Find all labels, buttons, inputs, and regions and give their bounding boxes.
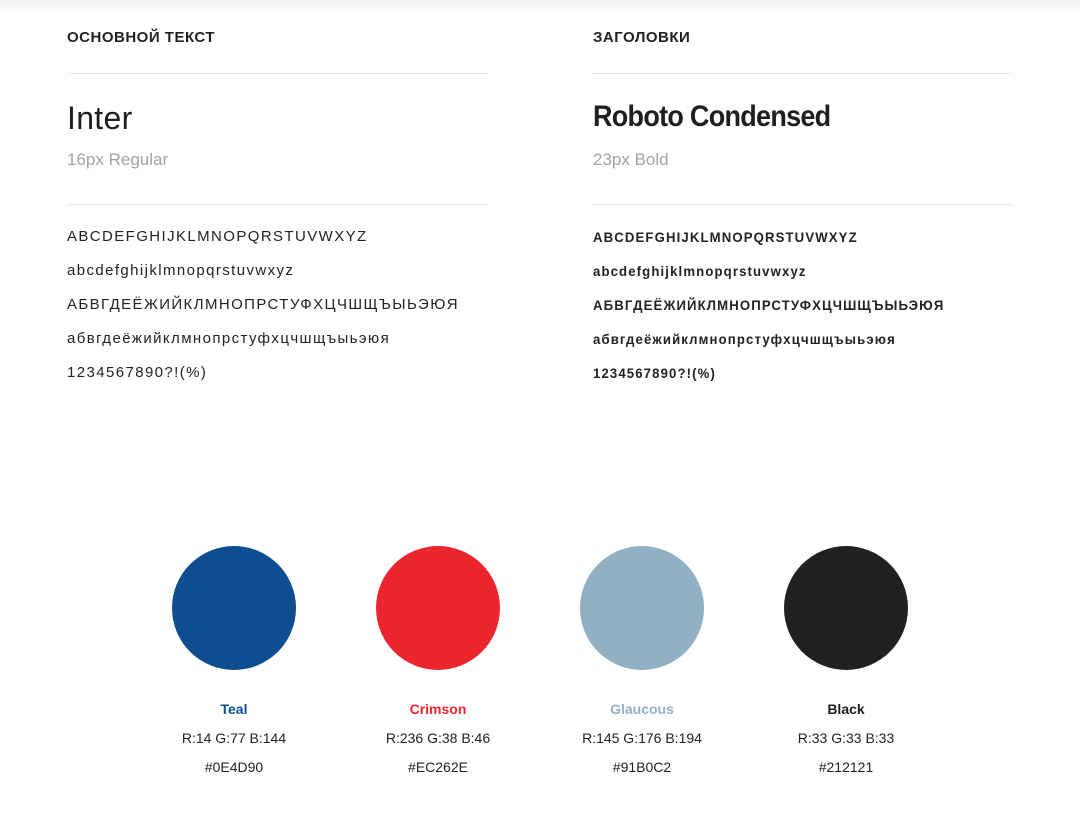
color-name: Crimson xyxy=(409,701,467,717)
glyph-line-latin-upper: ABCDEFGHIJKLMNOPQRSTUVWXYZ xyxy=(593,229,858,245)
heading-font-spec: 23px Bold xyxy=(593,150,669,169)
color-hex: #EC262E xyxy=(408,759,468,775)
color-palette: Teal R:14 G:77 B:144 #0E4D90 Crimson R:2… xyxy=(0,546,1080,806)
glyph-line-cyrillic-lower: абвгдеёжийклмнопрстуфхцчшщъыьэюя xyxy=(67,330,391,347)
glyph-line-latin-upper: ABCDEFGHIJKLMNOPQRSTUVWXYZ xyxy=(67,228,368,245)
body-font-name: Inter xyxy=(67,100,133,136)
color-circle xyxy=(376,546,500,670)
glyph-line-cyrillic-upper: АБВГДЕЁЖИЙКЛМНОПРСТУФХЦЧШЩЪЫЬЭЮЯ xyxy=(67,296,459,313)
glyph-line-latin-lower: abcdefghijklmnopqrstuvwxyz xyxy=(593,263,807,279)
color-rgb: R:14 G:77 B:144 xyxy=(181,730,287,746)
divider xyxy=(593,204,1013,205)
heading-font-name: Roboto Condensed xyxy=(593,100,831,133)
swatch-glaucous: Glaucous R:145 G:176 B:194 #91B0C2 xyxy=(542,546,742,776)
glyph-line-digits: 1234567890?!(%) xyxy=(67,364,208,381)
swatch-black: Black R:33 G:33 B:33 #212121 xyxy=(746,546,946,776)
color-circle xyxy=(580,546,704,670)
divider xyxy=(67,73,487,74)
body-glyph-specimen: ABCDEFGHIJKLMNOPQRSTUVWXYZ abcdefghijklm… xyxy=(67,228,459,398)
color-circle xyxy=(784,546,908,670)
swatch-teal: Teal R:14 G:77 B:144 #0E4D90 xyxy=(134,546,334,776)
divider xyxy=(67,204,487,205)
color-hex: #91B0C2 xyxy=(612,759,672,775)
body-font-spec: 16px Regular xyxy=(67,150,169,169)
color-rgb: R:145 G:176 B:194 xyxy=(582,730,702,746)
section-label-body-text: ОСНОВНОЙ ТЕКСТ xyxy=(67,29,216,46)
divider xyxy=(593,73,1013,74)
color-rgb: R:236 G:38 B:46 xyxy=(385,730,491,746)
color-name: Teal xyxy=(220,701,248,717)
glyph-line-latin-lower: abcdefghijklmnopqrstuvwxyz xyxy=(67,262,295,279)
swatch-crimson: Crimson R:236 G:38 B:46 #EC262E xyxy=(338,546,538,776)
color-name: Glaucous xyxy=(610,701,674,717)
color-hex: #212121 xyxy=(818,759,874,775)
color-name: Black xyxy=(827,701,865,717)
section-label-headings: ЗАГОЛОВКИ xyxy=(593,29,691,46)
glyph-line-cyrillic-upper: АБВГДЕЁЖИЙКЛМНОПРСТУФХЦЧШЩЪЫЬЭЮЯ xyxy=(593,297,945,313)
glyph-line-digits: 1234567890?!(%) xyxy=(593,365,717,381)
color-circle xyxy=(172,546,296,670)
color-hex: #0E4D90 xyxy=(204,759,264,775)
glyph-line-cyrillic-lower: абвгдеёжийклмнопрстуфхцчшщъыьэюя xyxy=(593,331,896,347)
heading-glyph-specimen: ABCDEFGHIJKLMNOPQRSTUVWXYZ abcdefghijklm… xyxy=(593,228,967,398)
top-shadow xyxy=(0,0,1080,14)
color-rgb: R:33 G:33 B:33 xyxy=(797,730,895,746)
